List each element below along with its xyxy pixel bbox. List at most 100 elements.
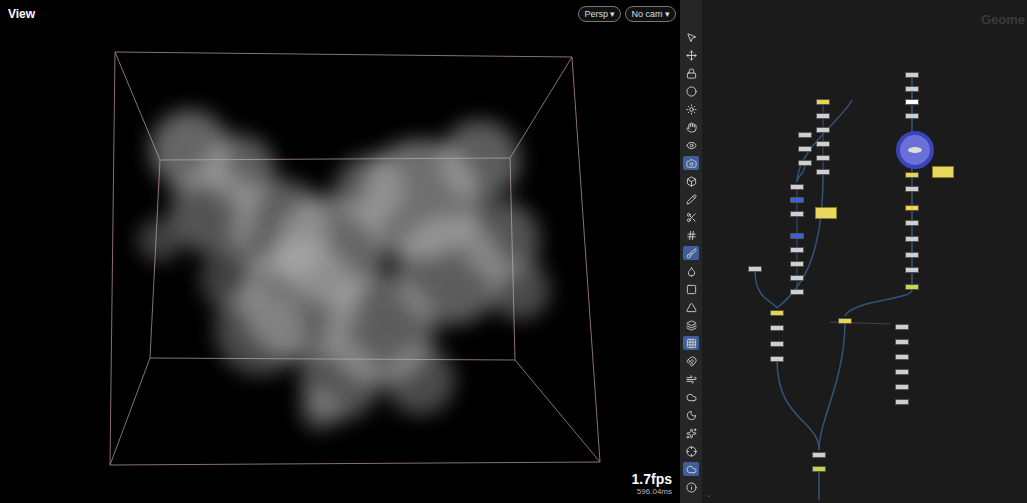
dop-network-icon[interactable] [898, 133, 932, 167]
fps-readout: 1.7fps596.04ms [632, 471, 672, 497]
tool-button[interactable] [683, 156, 699, 170]
network-wires [702, 0, 1027, 503]
smoke-volume [0, 0, 680, 503]
network-node[interactable] [905, 172, 919, 178]
network-node[interactable] [798, 146, 812, 152]
network-node[interactable] [798, 160, 812, 166]
network-node[interactable] [816, 155, 830, 161]
network-node[interactable] [905, 267, 919, 273]
tool-icon [686, 392, 697, 403]
tool-button[interactable] [683, 390, 699, 404]
tool-icon [686, 302, 697, 313]
sticky-note[interactable] [815, 207, 837, 219]
tool-icon [686, 122, 697, 133]
tool-icon [686, 50, 697, 61]
tool-button[interactable] [683, 138, 699, 152]
tool-button[interactable] [683, 174, 699, 188]
network-node[interactable] [812, 466, 826, 472]
tool-button[interactable] [683, 444, 699, 458]
network-node[interactable] [816, 127, 830, 133]
tool-button[interactable] [683, 264, 699, 278]
tool-button[interactable] [683, 336, 699, 350]
tool-button[interactable] [683, 102, 699, 116]
sticky-note[interactable] [932, 166, 954, 178]
network-node[interactable] [838, 318, 852, 324]
network-editor[interactable]: Geome [702, 0, 1027, 503]
network-node[interactable] [895, 324, 909, 330]
tool-icon [686, 338, 697, 349]
network-node[interactable] [895, 369, 909, 375]
tool-button[interactable] [683, 462, 699, 476]
tool-icon [686, 446, 697, 457]
tool-icon [686, 374, 697, 385]
network-node[interactable] [816, 141, 830, 147]
network-node[interactable] [790, 211, 804, 217]
network-node[interactable] [905, 113, 919, 119]
viewport-title: View [8, 5, 35, 23]
network-node[interactable] [798, 132, 812, 138]
tool-icon [686, 248, 697, 259]
network-node[interactable] [770, 325, 784, 331]
tool-button[interactable] [683, 84, 699, 98]
network-node[interactable] [895, 384, 909, 390]
tool-button[interactable] [683, 120, 699, 134]
tool-icon [686, 410, 697, 421]
network-node[interactable] [905, 284, 919, 290]
tool-button[interactable] [683, 246, 699, 260]
network-node[interactable] [816, 169, 830, 175]
network-node[interactable] [790, 247, 804, 253]
tool-button[interactable] [683, 372, 699, 386]
network-node[interactable] [790, 275, 804, 281]
network-node[interactable] [905, 99, 919, 105]
network-node[interactable] [748, 266, 762, 272]
network-node[interactable] [770, 356, 784, 362]
network-node[interactable] [905, 72, 919, 78]
network-node[interactable] [790, 261, 804, 267]
network-node[interactable] [790, 289, 804, 295]
tool-icon [686, 176, 697, 187]
network-title: Geome [981, 10, 1025, 30]
tool-button[interactable] [683, 426, 699, 440]
tool-icon [686, 284, 697, 295]
network-node[interactable] [895, 339, 909, 345]
network-node[interactable] [905, 252, 919, 258]
tool-icon [686, 266, 697, 277]
network-node[interactable] [816, 99, 830, 105]
network-node[interactable] [770, 341, 784, 347]
network-node[interactable] [905, 186, 919, 192]
viewport[interactable]: View Persp ▾No cam ▾ 1.7fps596.04ms [0, 0, 680, 503]
tool-button[interactable] [683, 480, 699, 494]
tool-button[interactable] [683, 66, 699, 80]
tool-icon [686, 194, 697, 205]
tool-icon [686, 464, 697, 475]
tool-button[interactable] [683, 300, 699, 314]
network-node[interactable] [905, 220, 919, 226]
tool-button[interactable] [683, 282, 699, 296]
tool-icon [686, 356, 697, 367]
network-node[interactable] [790, 197, 804, 203]
network-node[interactable] [770, 310, 784, 316]
network-node[interactable] [812, 452, 826, 458]
viewport-menu-button[interactable]: No cam ▾ [625, 6, 676, 22]
tool-button[interactable] [683, 228, 699, 242]
app: View Persp ▾No cam ▾ 1.7fps596.04ms Geome [0, 0, 1027, 503]
tool-button[interactable] [683, 192, 699, 206]
network-node[interactable] [905, 236, 919, 242]
network-node[interactable] [905, 86, 919, 92]
tool-button[interactable] [683, 210, 699, 224]
network-node[interactable] [895, 399, 909, 405]
network-node[interactable] [790, 184, 804, 190]
tool-button[interactable] [683, 408, 699, 422]
network-node[interactable] [816, 113, 830, 119]
network-node[interactable] [895, 354, 909, 360]
tool-icon [686, 104, 697, 115]
network-node[interactable] [905, 205, 919, 211]
tool-button[interactable] [683, 354, 699, 368]
network-node[interactable] [790, 233, 804, 239]
viewport-buttons: Persp ▾No cam ▾ [578, 6, 676, 22]
tool-button[interactable] [683, 30, 699, 44]
tool-button[interactable] [683, 318, 699, 332]
tool-button[interactable] [683, 48, 699, 62]
viewport-menu-button[interactable]: Persp ▾ [578, 6, 621, 22]
tool-icon [686, 68, 697, 79]
